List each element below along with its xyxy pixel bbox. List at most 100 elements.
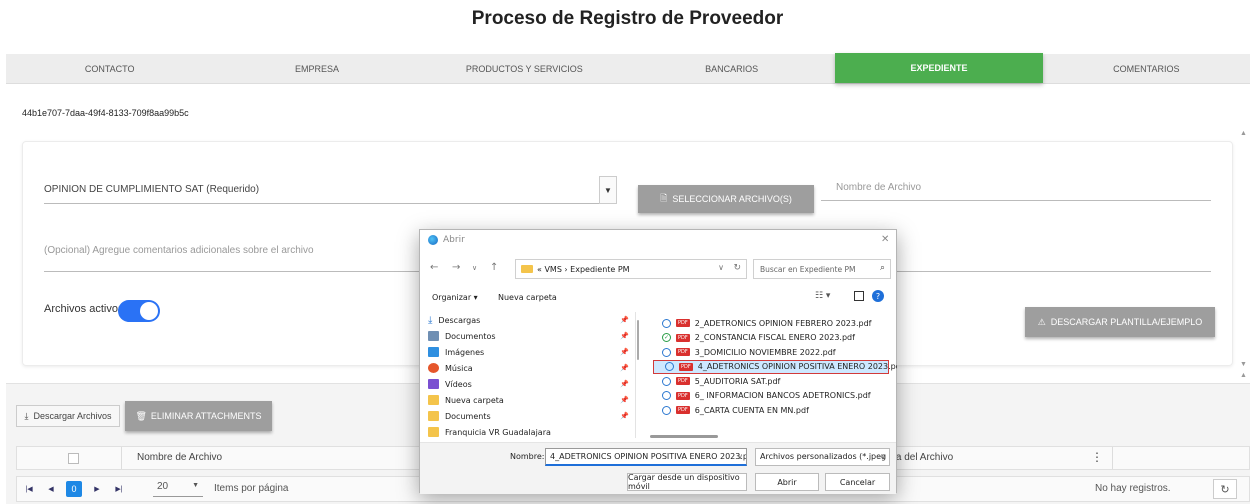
help-icon[interactable]: ? — [872, 290, 884, 302]
file-item[interactable]: ✓ PDF 2_CONSTANCIA FISCAL ENERO 2023.pdf — [651, 331, 897, 346]
nav-item-nueva-carpeta[interactable]: Nueva carpeta 📌 — [420, 392, 635, 408]
organize-button[interactable]: Organizar ▾ — [432, 293, 478, 302]
address-bar[interactable]: « VMS › Expediente PM ∨ ↻ — [515, 259, 747, 279]
pin-icon: 📌 — [620, 412, 629, 420]
download-icon: ⤓ — [428, 314, 433, 326]
column-menu-icon[interactable]: ⋮ — [1091, 450, 1103, 464]
close-icon[interactable]: ✕ — [881, 234, 889, 245]
refresh-icon: ↻ — [1220, 483, 1230, 496]
dialog-toolbar: Organizar ▾ Nueva carpeta ☷ ▾ ? — [420, 288, 896, 308]
forward-arrow-icon[interactable]: → — [452, 262, 460, 273]
column-filename[interactable]: Nombre de Archivo — [137, 452, 222, 463]
nav-item-label: Vídeos — [445, 379, 472, 389]
scroll-up-icon[interactable]: ▲ — [1240, 130, 1247, 137]
synced-status-icon: ✓ — [662, 333, 671, 343]
music-icon — [428, 363, 439, 373]
scroll-up-icon[interactable]: ▲ — [1240, 372, 1247, 379]
folder-icon — [428, 427, 439, 437]
preview-pane-icon[interactable] — [854, 291, 864, 301]
active-files-toggle[interactable] — [118, 300, 160, 322]
page-size-select[interactable]: 20 ▼ — [153, 481, 203, 497]
chevron-down-icon[interactable]: ∨ — [737, 452, 743, 461]
current-page[interactable]: 0 — [66, 481, 82, 497]
caret-down-icon: ▼ — [192, 482, 199, 489]
tab-bancarios[interactable]: BANCARIOS — [628, 54, 835, 83]
chevron-down-icon[interactable]: ∨ — [718, 263, 724, 272]
file-item[interactable]: PDF 5_AUDITORIA SAT.pdf — [651, 374, 897, 389]
view-options-icon[interactable]: ☷ ▾ — [815, 291, 830, 301]
load-from-mobile-button[interactable]: Cargar desde un dispositivo móvil — [627, 473, 747, 491]
nav-item-label: Imágenes — [445, 347, 485, 357]
filename-input[interactable]: Nombre de Archivo — [821, 176, 1211, 201]
first-page-icon[interactable]: |◀ — [21, 481, 37, 497]
pdf-icon: PDF — [676, 377, 690, 386]
download-icon: ⤓ — [24, 410, 29, 421]
download-template-button[interactable]: ⚠ DESCARGAR PLANTILLA/EJEMPLO — [1025, 307, 1215, 337]
pdf-icon: PDF — [676, 406, 690, 415]
nav-scrollbar[interactable] — [637, 320, 639, 360]
file-item[interactable]: PDF 6_CARTA CUENTA EN MN.pdf — [651, 403, 897, 418]
open-button[interactable]: Abrir — [755, 473, 819, 491]
chevron-down-icon[interactable]: ∨ — [472, 264, 477, 272]
cloud-status-icon — [662, 376, 671, 386]
prev-page-icon[interactable]: ◀ — [43, 481, 59, 497]
refresh-button[interactable]: ↻ — [1213, 479, 1237, 499]
tab-empresa[interactable]: EMPRESA — [213, 54, 420, 83]
nav-item-musica[interactable]: Música 📌 — [420, 360, 635, 376]
record-id: 44b1e707-7daa-49f4-8133-709f8aa99b5c — [22, 108, 189, 118]
document-type-select[interactable]: OPINION DE CUMPLIMIENTO SAT (Requerido) … — [44, 176, 617, 204]
file-name: 4_ADETRONICS OPINION POSITIVA ENERO 2023… — [697, 362, 897, 372]
refresh-icon[interactable]: ↻ — [733, 263, 741, 273]
file-item[interactable]: PDF 2_ADETRONICS OPINION FEBRERO 2023.pd… — [651, 316, 897, 331]
download-files-label: Descargar Archivos — [33, 411, 112, 421]
scroll-down-icon[interactable]: ▼ — [1240, 361, 1247, 368]
select-files-label: SELECCIONAR ARCHIVO(S) — [672, 194, 792, 204]
per-page-label: Items por página — [214, 483, 289, 494]
cancel-button[interactable]: Cancelar — [825, 473, 890, 491]
tab-expediente[interactable]: EXPEDIENTE — [835, 53, 1043, 83]
file-item[interactable]: PDF 6_ INFORMACION BANCOS ADETRONICS.pdf — [651, 389, 897, 404]
document-icon — [428, 331, 439, 341]
download-files-button[interactable]: ⤓ Descargar Archivos — [16, 405, 120, 427]
cloud-status-icon — [662, 318, 671, 328]
nav-item-label: Nueva carpeta — [445, 395, 504, 405]
file-item[interactable]: PDF 3_DOMICILIO NOVIEMBRE 2022.pdf — [651, 345, 897, 360]
pdf-icon: PDF — [676, 391, 690, 400]
trash-icon: 🗑 — [135, 410, 147, 421]
pdf-icon: PDF — [676, 348, 690, 357]
delete-attachments-button[interactable]: 🗑 ELIMINAR ATTACHMENTS — [125, 401, 272, 431]
select-all-checkbox[interactable] — [68, 453, 79, 464]
dialog-search-input[interactable]: Buscar en Expediente PM ⌕ — [753, 259, 891, 279]
tab-contacto[interactable]: CONTACTO — [6, 54, 213, 83]
up-arrow-icon[interactable]: ↑ — [490, 262, 498, 273]
nav-item-videos[interactable]: Vídeos 📌 — [420, 376, 635, 392]
nav-item-imagenes[interactable]: Imágenes 📌 — [420, 344, 635, 360]
delete-attachments-label: ELIMINAR ATTACHMENTS — [150, 411, 262, 421]
folder-icon — [521, 265, 533, 273]
next-page-icon[interactable]: ▶ — [89, 481, 105, 497]
nav-item-documents[interactable]: Documents 📌 — [420, 408, 635, 424]
pin-icon: 📌 — [620, 316, 629, 324]
pin-icon: 📌 — [620, 332, 629, 340]
column-divider — [121, 447, 122, 469]
back-arrow-icon[interactable]: ← — [430, 262, 438, 273]
file-item-selected[interactable]: PDF 4_ADETRONICS OPINION POSITIVA ENERO … — [653, 359, 897, 374]
breadcrumb: « VMS › Expediente PM — [537, 264, 630, 274]
nav-item-descargas[interactable]: ⤓ Descargas 📌 — [420, 312, 635, 328]
file-list: PDF 2_ADETRONICS OPINION FEBRERO 2023.pd… — [651, 312, 897, 438]
nav-item-franquicia[interactable]: Franquicia VR Guadalajara — [420, 424, 635, 438]
caret-down-icon[interactable]: ▼ — [599, 176, 617, 204]
tab-comentarios[interactable]: COMENTARIOS — [1043, 54, 1250, 83]
select-files-button[interactable]: 🗎 SELECCIONAR ARCHIVO(S) — [638, 185, 814, 213]
file-type-filter[interactable]: Archivos personalizados (*.jpeg ∨ — [755, 448, 890, 466]
pdf-icon: PDF — [676, 319, 690, 328]
dialog-titlebar: Abrir — [428, 235, 465, 245]
file-name: 2_CONSTANCIA FISCAL ENERO 2023.pdf — [694, 333, 855, 343]
last-page-icon[interactable]: ▶| — [111, 481, 127, 497]
file-name-input[interactable]: 4_ADETRONICS OPINION POSITIVA ENERO 2023… — [545, 448, 747, 466]
new-folder-button[interactable]: Nueva carpeta — [498, 293, 557, 302]
tab-productos-servicios[interactable]: PRODUCTOS Y SERVICIOS — [421, 54, 628, 83]
folder-icon — [428, 411, 439, 421]
nav-item-documentos[interactable]: Documentos 📌 — [420, 328, 635, 344]
file-list-scrollbar[interactable] — [650, 435, 718, 438]
